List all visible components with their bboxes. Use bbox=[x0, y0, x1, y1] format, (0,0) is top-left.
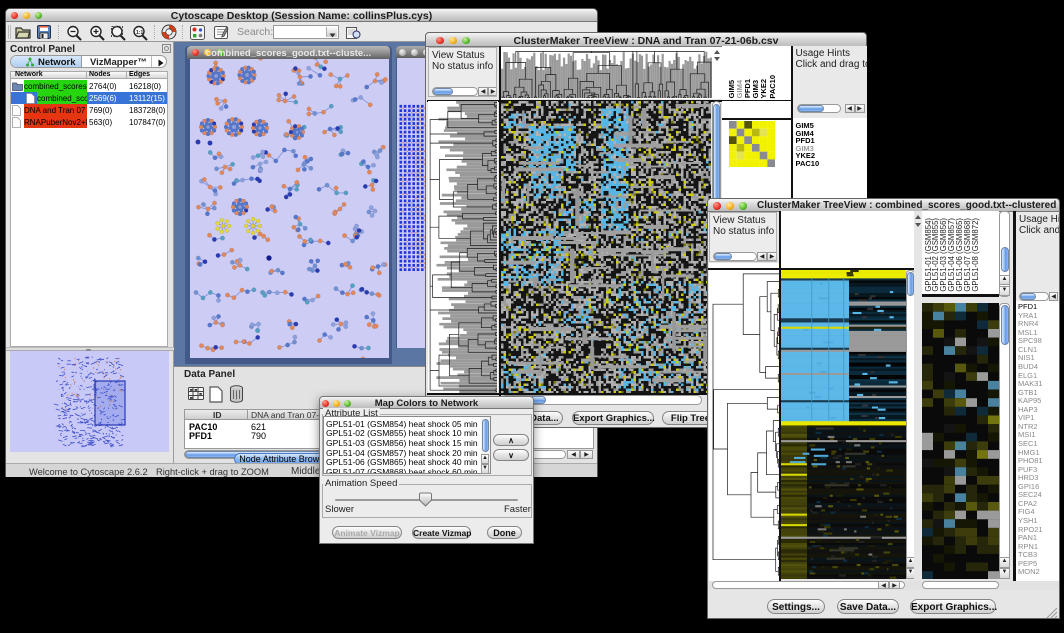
svg-text:1:1: 1:1 bbox=[136, 30, 143, 36]
